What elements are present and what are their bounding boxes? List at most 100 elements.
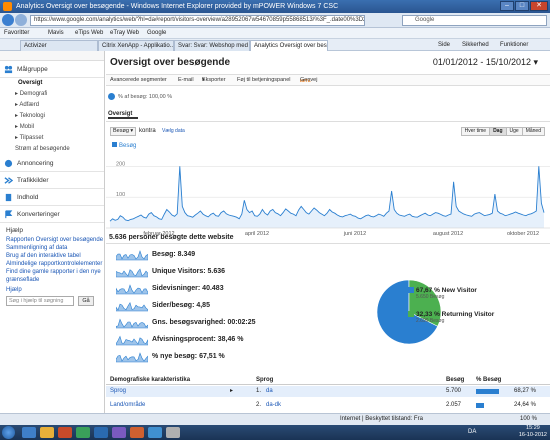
help-search-input[interactable]: Søg i hjælp til søgning <box>6 296 74 306</box>
outlook-taskbar-icon[interactable] <box>94 427 108 438</box>
fav-link-4[interactable]: Google <box>147 28 166 39</box>
app-taskbar-icon[interactable] <box>130 427 144 438</box>
sparkline <box>116 301 148 312</box>
help-title: Hjælp <box>6 227 23 234</box>
gran-week[interactable]: Uge <box>505 127 523 136</box>
minimize-button[interactable]: – <box>500 1 514 11</box>
document-icon <box>5 193 12 202</box>
email-button[interactable]: E-mail <box>178 75 194 86</box>
sparkline <box>116 250 148 261</box>
gran-day[interactable]: Dag <box>489 127 507 136</box>
fav-link-2[interactable]: eTips Web <box>75 28 103 39</box>
sidebar-item-demographics[interactable]: ▸ Demografi <box>0 89 104 100</box>
y-tick-label: 100 <box>116 192 125 198</box>
gran-month[interactable]: Måned <box>521 127 545 136</box>
address-bar: https://www.google.com/analytics/web/?hl… <box>0 13 550 28</box>
explorer-taskbar-icon[interactable] <box>40 427 54 438</box>
app-taskbar-icon[interactable] <box>58 427 72 438</box>
gran-hour[interactable]: Hver time <box>460 127 491 136</box>
pie-legend-new: 67,67 % New Visitor 5.650 Besøg <box>408 287 477 301</box>
fav-link-1[interactable]: Mavis <box>48 28 64 39</box>
start-button[interactable] <box>2 426 15 439</box>
segment-dot-icon <box>108 93 115 101</box>
x-tick-label: oktober 2012 <box>507 231 539 237</box>
sparkline <box>116 335 148 346</box>
sidebar-header <box>0 51 104 61</box>
status-bar: Internet | Beskyttet tilstand: Fra 100 % <box>0 413 550 425</box>
help-link-2[interactable]: Sammenligning af data <box>0 244 104 252</box>
browser-tab-1[interactable]: Activizer <box>20 40 98 51</box>
shortcut-button[interactable]: Genvej BETA <box>300 75 317 87</box>
section-label: Målgruppe <box>17 66 48 73</box>
app-taskbar-icon[interactable] <box>166 427 180 438</box>
security-zone: Internet | Beskyttet tilstand: Fra <box>340 416 423 422</box>
demographics-header: Demografiske karakteristika Sprog Besøg … <box>106 375 550 385</box>
report-actions: Avancerede segmenter E-mail Eksporter ▾ … <box>106 74 550 86</box>
metric-row: % nye besøg: 67,51 % <box>116 351 336 365</box>
window-controls: – □ ✕ <box>500 1 548 11</box>
metric-value: % nye besøg: 67,51 % <box>152 353 225 360</box>
browser-search-field[interactable]: Google <box>402 15 547 26</box>
app-taskbar-icon[interactable] <box>112 427 126 438</box>
sidebar-section-advertising[interactable]: Annoncering <box>0 155 104 172</box>
date-range-picker[interactable]: 01/01/2012 - 15/10/2012 ▾ <box>433 57 538 68</box>
ie-icon <box>3 2 12 11</box>
sidebar-item-visitor-flow[interactable]: Strøm af besøgende <box>0 144 104 155</box>
advanced-segments-button[interactable]: Avancerede segmenter <box>110 75 167 86</box>
tool-functions[interactable]: Funktioner <box>500 39 528 51</box>
sparkline <box>116 284 148 295</box>
help-link-3[interactable]: Brug af den interaktive tabel <box>0 252 104 260</box>
browser-tab-3[interactable]: Svar: Svar: Webshop med s... <box>174 40 250 51</box>
sidebar-section-conversions[interactable]: Konverteringer <box>0 206 104 223</box>
metric-value: Unique Visitors: 5.636 <box>152 268 226 275</box>
back-icon[interactable] <box>2 14 14 26</box>
zoom-level[interactable]: 100 % <box>520 414 537 425</box>
tool-side[interactable]: Side <box>438 39 450 51</box>
browser-tabs: Activizer Citrix XenApp - Applikatio... … <box>0 39 550 51</box>
sidebar-item-custom[interactable]: ▸ Tilpasset <box>0 133 104 144</box>
sidebar-section-audience[interactable]: Målgruppe <box>0 61 104 78</box>
fav-link-3[interactable]: eTray Web <box>110 28 139 39</box>
demo-row[interactable]: Sprog ▸ 1. da 5.700 68,27 % <box>106 386 550 397</box>
app-taskbar-icon[interactable] <box>76 427 90 438</box>
app-taskbar-icon[interactable] <box>148 427 162 438</box>
arrows-icon <box>4 177 13 184</box>
help-search-label: Hjælp <box>6 287 22 293</box>
share-bar <box>476 403 485 408</box>
help-link-5[interactable]: Find dine gamle rapporter i den nye græn… <box>0 268 104 284</box>
maximize-button[interactable]: □ <box>515 1 529 11</box>
favorites-button[interactable]: Favoritter <box>4 28 29 39</box>
language-indicator[interactable]: DA <box>468 429 476 435</box>
choose-metric-link[interactable]: Vælg data <box>162 127 185 136</box>
ga-sidebar: Målgruppe Oversigt ▸ Demografi ▸ Adfærd … <box>0 51 105 425</box>
browser-tab-2[interactable]: Citrix XenApp - Applikatio... <box>98 40 174 51</box>
url-field[interactable]: https://www.google.com/analytics/web/?hl… <box>30 15 365 26</box>
pie-legend-returning: 32,33 % Returning Visitor 2.699 Besøg <box>408 311 494 325</box>
clock[interactable]: 15:29 16-10-2012 <box>519 425 547 439</box>
export-button[interactable]: Eksporter ▾ <box>202 75 226 86</box>
tool-security[interactable]: Sikkerhed <box>462 39 489 51</box>
share-bar <box>476 389 500 394</box>
sidebar-item-behavior[interactable]: ▸ Adfærd <box>0 100 104 111</box>
metric-select[interactable]: Besøg ▾ <box>110 127 136 136</box>
visits-line-chart[interactable]: 100200februar 2012 april 2012 juni 2012 aug… <box>106 150 550 240</box>
help-link-4[interactable]: Almindelige rapportkontrolelementer <box>0 260 104 268</box>
flag-icon <box>5 210 13 219</box>
close-button[interactable]: ✕ <box>530 1 548 11</box>
browser-tab-4[interactable]: Analytics Oversigt over besøgen... <box>250 40 328 51</box>
add-to-dashboard-button[interactable]: Føj til betjeningspanel <box>237 75 291 86</box>
sidebar-item-mobile[interactable]: ▸ Mobil <box>0 122 104 133</box>
metric-row: Afvisningsprocent: 38,46 % <box>116 334 336 348</box>
demo-row[interactable]: Land/område 2. da-dk 2.057 24,64 % <box>106 400 550 411</box>
megaphone-icon <box>4 159 13 168</box>
help-link-1[interactable]: Rapporten Oversigt over besøgende <box>0 236 104 244</box>
series-line-besog <box>109 166 545 222</box>
sidebar-section-content[interactable]: Indhold <box>0 189 104 206</box>
sidebar-item-technology[interactable]: ▸ Teknologi <box>0 111 104 122</box>
help-go-button[interactable]: Gå <box>78 296 94 306</box>
ie-taskbar-icon[interactable] <box>22 427 36 438</box>
forward-icon[interactable] <box>15 14 27 26</box>
sidebar-item-overview[interactable]: Oversigt <box>0 78 104 89</box>
sidebar-section-traffic[interactable]: Trafikkilder <box>0 172 104 189</box>
tab-overview[interactable]: Oversigt <box>108 109 138 119</box>
